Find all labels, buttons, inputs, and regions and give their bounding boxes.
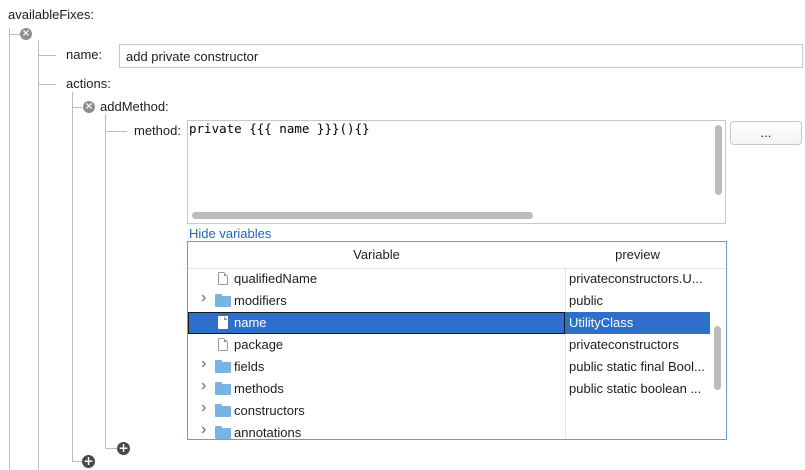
folder-icon <box>215 294 231 307</box>
add-method-label: addMethod: <box>100 99 169 114</box>
tree-guide-method-branch <box>105 131 127 132</box>
variable-preview-cell <box>569 400 709 422</box>
variable-preview-cell: public static boolean ... <box>569 381 702 396</box>
column-header-variable[interactable]: Variable <box>188 242 565 268</box>
folder-icon <box>215 382 231 395</box>
table-row[interactable]: qualifiedName privateconstructors.U... <box>188 268 710 290</box>
name-label: name: <box>66 47 103 62</box>
tree-guide-addmethod <box>105 114 106 448</box>
folder-icon <box>215 360 231 373</box>
variable-preview-cell: public <box>569 293 603 308</box>
chevron-right-icon[interactable]: › <box>201 356 209 372</box>
tree-guide-addmethod-branch <box>72 107 82 108</box>
table-row[interactable]: › fields public static final Bool... <box>188 356 710 378</box>
folder-icon <box>215 426 231 439</box>
code-vertical-scrollbar[interactable] <box>715 125 722 195</box>
method-label: method: <box>134 123 181 138</box>
variable-name-cell: qualifiedName <box>234 271 318 286</box>
method-code-editor[interactable]: private {{{ name }}}(){} <box>187 120 726 224</box>
chevron-right-icon[interactable]: › <box>201 290 209 306</box>
remove-circle-icon: × <box>21 28 31 39</box>
file-icon <box>218 316 228 329</box>
tree-guide-addmethod-add-branch <box>105 448 117 449</box>
remove-fix-button[interactable]: × <box>20 28 32 40</box>
variable-name-cell: fields <box>234 359 265 374</box>
variable-name-cell: constructors <box>234 403 305 418</box>
available-fixes-label: availableFixes: <box>8 7 94 22</box>
variable-name-cell: package <box>234 337 284 352</box>
tree-guide-name-branch <box>38 55 56 56</box>
method-code-text: private {{{ name }}}(){} <box>189 121 370 136</box>
tree-guide-actions-add-branch <box>72 461 82 462</box>
variable-name-cell: name <box>234 315 267 330</box>
table-vertical-scrollbar[interactable] <box>714 326 721 390</box>
table-row[interactable]: › annotations <box>188 422 710 440</box>
variable-preview-cell: privateconstructors <box>569 337 679 352</box>
add-circle-icon: + <box>83 454 94 468</box>
table-row[interactable]: › methods public static boolean ... <box>188 378 710 400</box>
tree-guide-actions <box>72 92 73 462</box>
remove-circle-icon: × <box>84 101 94 112</box>
table-row[interactable]: › modifiers public <box>188 290 710 312</box>
variable-preview-cell: public static final Bool... <box>569 359 705 374</box>
table-row[interactable]: name UtilityClass <box>188 312 710 334</box>
variables-table: Variable preview qualifiedName privatecon… <box>187 241 727 440</box>
actions-label: actions: <box>66 76 111 91</box>
variable-preview-cell: UtilityClass <box>569 315 634 330</box>
code-horizontal-scrollbar[interactable] <box>192 212 533 219</box>
table-row[interactable]: package privateconstructors <box>188 334 710 356</box>
chevron-right-icon[interactable]: › <box>201 378 209 394</box>
column-header-preview[interactable]: preview <box>565 242 710 268</box>
tree-guide-actions-branch <box>38 84 56 85</box>
variable-name-cell: annotations <box>234 425 302 440</box>
add-action-button[interactable]: + <box>117 442 130 455</box>
method-browse-button[interactable]: ... <box>730 121 802 145</box>
file-icon <box>218 272 228 285</box>
name-input[interactable] <box>119 44 803 68</box>
file-icon <box>218 338 228 351</box>
tree-guide-root <box>9 28 10 470</box>
remove-action-button[interactable]: × <box>83 101 95 113</box>
variable-preview-cell: privateconstructors.U... <box>569 271 703 286</box>
add-circle-icon: + <box>118 441 129 455</box>
table-row[interactable]: › constructors <box>188 400 710 422</box>
chevron-right-icon[interactable]: › <box>201 422 209 438</box>
add-fix-action-button[interactable]: + <box>82 455 95 468</box>
variable-name-cell: modifiers <box>234 293 287 308</box>
folder-icon <box>215 404 231 417</box>
hide-variables-link[interactable]: Hide variables <box>189 226 271 242</box>
tree-guide-fix <box>38 40 39 470</box>
chevron-right-icon[interactable]: › <box>201 400 209 416</box>
variable-name-cell: methods <box>234 381 284 396</box>
variable-preview-cell <box>569 422 709 439</box>
